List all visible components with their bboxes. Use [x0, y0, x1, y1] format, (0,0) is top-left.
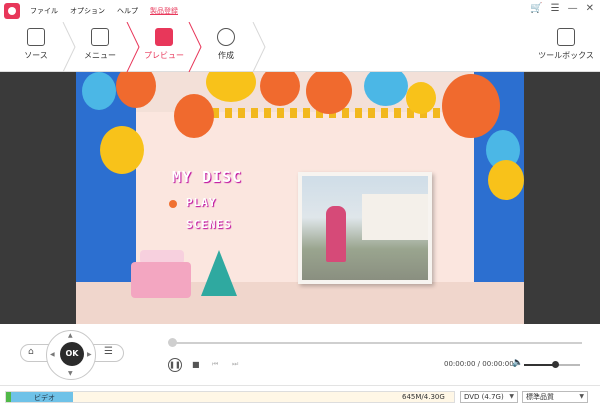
list-icon[interactable]: ☰: [551, 3, 560, 14]
up-arrow-icon[interactable]: ▲: [68, 332, 73, 339]
minimize-icon[interactable]: —: [568, 3, 578, 14]
party-hat-decoration: [201, 250, 237, 296]
balloon-decoration: [260, 72, 300, 106]
video-thumbnail: [302, 176, 428, 280]
menu-register[interactable]: 製品登録: [150, 6, 178, 16]
menu-selection-bullet: [169, 200, 177, 208]
menu-file[interactable]: ファイル: [30, 6, 58, 16]
balloon-decoration: [488, 160, 524, 200]
right-arrow-icon[interactable]: ▶: [87, 351, 92, 358]
capacity-fill-start: [6, 392, 11, 402]
dvd-menu-preview[interactable]: MY DISC PLAY SCENES: [76, 72, 524, 324]
burn-disc-icon: [217, 28, 235, 46]
thumbnail-building: [362, 194, 428, 240]
next-icon[interactable]: ⏭: [232, 360, 238, 369]
menu-options[interactable]: オプション: [70, 6, 105, 16]
balloon-decoration: [82, 72, 116, 110]
source-document-icon: [27, 28, 45, 46]
disc-type-select[interactable]: DVD (4.7G) ▼: [460, 391, 518, 403]
stop-icon[interactable]: ■: [192, 360, 200, 369]
close-icon[interactable]: ✕: [586, 3, 594, 14]
down-arrow-icon[interactable]: ▼: [68, 370, 73, 377]
quality-select[interactable]: 標準品質 ▼: [522, 391, 588, 403]
menu-bar: ファイル オプション ヘルプ 製品登録: [30, 6, 178, 16]
home-icon[interactable]: ⌂: [28, 347, 34, 357]
toolbox-icon: [557, 28, 575, 46]
disc-menu-title: MY DISC: [172, 168, 243, 186]
seek-handle[interactable]: [168, 338, 177, 347]
balloon-decoration: [116, 72, 156, 108]
step-separator: [252, 21, 266, 73]
step-preview-label: プレビュー: [144, 51, 184, 60]
chevron-down-icon: ▼: [579, 393, 584, 400]
thumbnail-person: [326, 206, 346, 262]
disc-capacity-bar: ビデオ 645M/4.30G: [5, 391, 455, 403]
capacity-text: 645M/4.30G: [402, 393, 445, 401]
cart-icon[interactable]: 🛒: [530, 3, 542, 14]
volume-icon[interactable]: 🔈: [512, 358, 523, 368]
step-menu[interactable]: メニュー: [70, 22, 130, 72]
volume-handle[interactable]: [552, 361, 559, 368]
balloon-decoration: [174, 94, 214, 138]
quality-value: 標準品質: [526, 393, 554, 401]
ok-button[interactable]: OK: [60, 342, 84, 366]
step-source-label: ソース: [24, 51, 48, 60]
capacity-label: ビデオ: [34, 394, 55, 402]
workflow-toolbar: ソース メニュー プレビュー 作成 ツールボックス: [0, 21, 600, 73]
left-arrow-icon[interactable]: ◀: [50, 351, 55, 358]
status-bar: ビデオ 645M/4.30G DVD (4.7G) ▼ 標準品質 ▼: [0, 388, 600, 412]
chevron-down-icon: ▼: [509, 393, 514, 400]
step-menu-label: メニュー: [84, 51, 116, 60]
balloon-decoration: [442, 74, 500, 138]
title-bar: ファイル オプション ヘルプ 製品登録 🛒 ☰ — ✕: [0, 0, 600, 22]
previous-icon[interactable]: ⏮: [212, 360, 218, 369]
seek-bar[interactable]: [170, 342, 582, 344]
disc-menu-play[interactable]: PLAY: [186, 196, 217, 209]
disc-type-value: DVD (4.7G): [464, 393, 504, 401]
volume-fill: [524, 364, 555, 366]
toolbox-button[interactable]: ツールボックス: [538, 22, 594, 72]
app-logo-icon: [4, 3, 20, 19]
thumbnail-frame: [298, 172, 432, 284]
preview-area: MY DISC PLAY SCENES: [0, 72, 600, 324]
menu-image-icon: [91, 28, 109, 46]
playback-controls: ⌂ ☰ ▲ ▼ ◀ ▶ OK ❚❚ ■ ⏮ ⏭ 00:00:00 / 00:00…: [0, 324, 600, 386]
menu-help[interactable]: ヘルプ: [117, 6, 138, 16]
window-controls: 🛒 ☰ — ✕: [530, 3, 594, 14]
balloon-decoration: [364, 72, 408, 106]
step-source[interactable]: ソース: [6, 22, 66, 72]
step-burn[interactable]: 作成: [196, 22, 256, 72]
preview-play-icon: [155, 28, 173, 46]
disc-menu-scenes[interactable]: SCENES: [186, 218, 232, 231]
balloon-decoration: [100, 126, 144, 174]
time-display: 00:00:00 / 00:00:00: [444, 360, 514, 368]
menu-list-icon[interactable]: ☰: [104, 346, 113, 357]
step-burn-label: 作成: [218, 51, 234, 60]
balloon-decoration: [206, 72, 256, 102]
step-preview[interactable]: プレビュー: [134, 22, 194, 72]
balloon-decoration: [406, 82, 436, 114]
cake-decoration: [131, 262, 191, 298]
pause-icon[interactable]: ❚❚: [168, 358, 182, 372]
toolbox-label: ツールボックス: [538, 51, 594, 60]
